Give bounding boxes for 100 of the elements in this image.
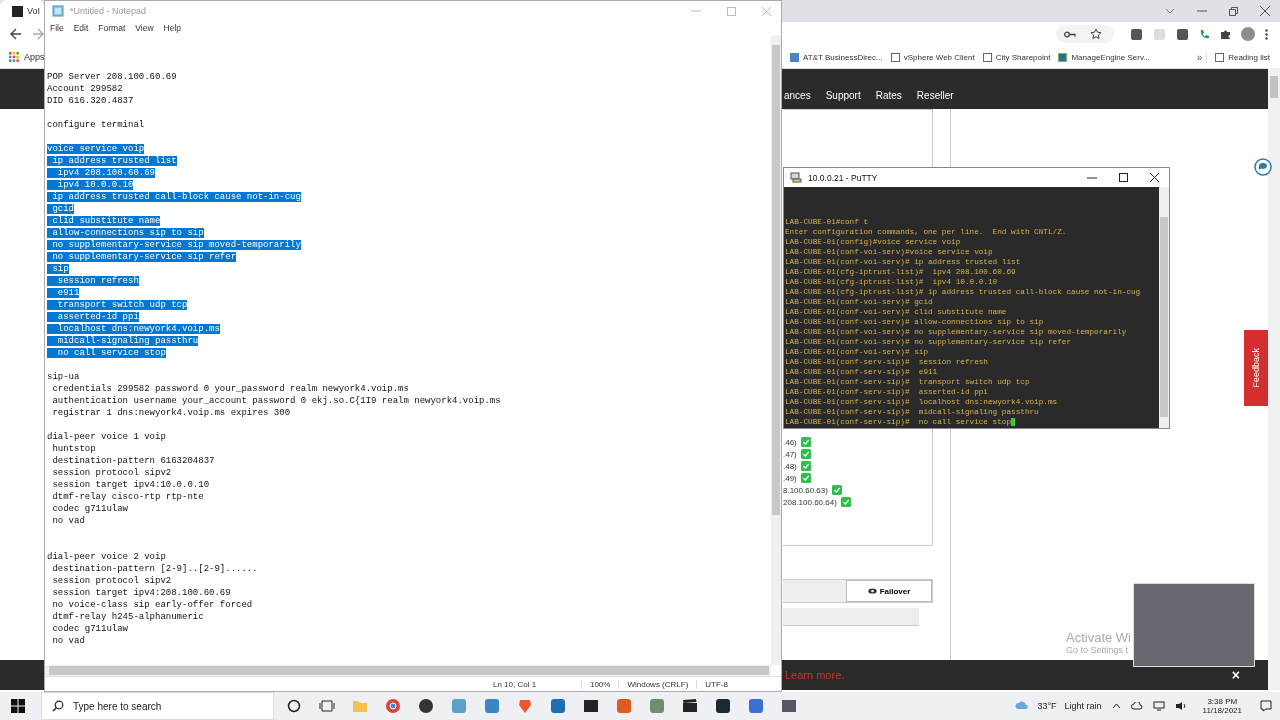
code-line: dial-peer voice 2 voip — [47, 552, 166, 562]
code-line: sip-ua — [47, 372, 80, 382]
bookmark-link[interactable]: ManageEngine Serv... — [1058, 52, 1150, 62]
restore-icon[interactable] — [1229, 6, 1238, 16]
close-button[interactable]: × — [1227, 667, 1244, 683]
scrollbar[interactable] — [771, 35, 781, 665]
nav-link[interactable]: Reseller — [916, 90, 954, 101]
feedback-tab[interactable]: Feedback — [1244, 330, 1268, 406]
temperature[interactable]: 33°F — [1037, 701, 1057, 711]
puzzle-icon[interactable] — [1220, 28, 1231, 40]
bookmark-link[interactable]: City Sharepoint — [982, 52, 1051, 62]
nav-link[interactable]: Support — [825, 90, 861, 101]
code-line: credentials 299582 password 0 your_password realm newyork4.voip.ms — [51, 384, 409, 394]
encoding: UTF-8 — [696, 679, 736, 689]
forward-icon[interactable] — [32, 28, 44, 40]
extension-icon[interactable] — [1177, 28, 1188, 40]
notification-icon[interactable] — [1260, 700, 1272, 712]
menu-item[interactable]: File — [50, 23, 64, 33]
code-line: huntstop — [51, 444, 96, 454]
extension-icon[interactable] — [1131, 28, 1142, 40]
maximize-icon[interactable] — [1119, 173, 1128, 182]
activation-hint: Go to Settings t — [1066, 645, 1130, 655]
address-bar[interactable] — [1056, 25, 1114, 43]
server-address: .46) — [783, 437, 797, 447]
circle-icon[interactable] — [286, 698, 302, 714]
menu-item[interactable]: Edit — [73, 23, 89, 33]
cloud-icon[interactable] — [1130, 702, 1143, 710]
failover-button[interactable]: Failover — [846, 580, 932, 602]
chevron-up-icon[interactable] — [1111, 703, 1121, 709]
star-icon[interactable] — [1090, 28, 1102, 40]
minimize-icon[interactable] — [1087, 176, 1097, 179]
back-icon[interactable] — [10, 28, 22, 40]
reading-list-button[interactable]: Reading list — [1215, 52, 1270, 62]
chat-icon[interactable] — [1254, 158, 1272, 176]
clapper-icon[interactable] — [682, 698, 698, 714]
weather-condition[interactable]: Light rain — [1064, 701, 1102, 711]
bookmark-link[interactable]: vSphere Web Client — [890, 52, 975, 62]
server-address: .49) — [783, 473, 797, 483]
code-line: dtmf-relay h245-alphanumeric — [51, 612, 204, 622]
nav-link[interactable]: ances — [784, 90, 811, 101]
computer-icon — [790, 172, 802, 183]
scrollbar[interactable] — [45, 665, 771, 676]
code-line: session protocol sipv2 — [51, 576, 172, 586]
phone-icon[interactable] — [1199, 28, 1210, 40]
server-address: .47) — [783, 449, 797, 459]
code-line: destination-pattern 6163204837 — [51, 456, 215, 466]
scrollbar[interactable] — [1159, 187, 1169, 428]
notepad-icon — [52, 5, 64, 17]
avatar-icon[interactable] — [1241, 27, 1255, 41]
search-icon — [52, 700, 64, 712]
browser-icon[interactable] — [385, 698, 401, 714]
code-line: session target ipv4:10.0.0.10 — [51, 480, 210, 490]
speaker-icon[interactable] — [1174, 701, 1187, 711]
caret-icon[interactable] — [1165, 8, 1175, 14]
code-line: codec g711ulaw — [51, 504, 128, 514]
more-bookmarks-button[interactable]: » — [1192, 51, 1208, 63]
code-line: codec g711ulaw — [51, 624, 128, 634]
code-line: session target ipv4:208.100.60.69 — [51, 588, 231, 598]
code-line: dial-peer voice 1 voip — [47, 432, 166, 442]
cursor-position: Ln 10, Col 1 — [491, 679, 538, 689]
record-icon[interactable] — [418, 698, 434, 714]
nav-link[interactable]: Rates — [875, 90, 902, 101]
server-address: 8.100.60.63) — [783, 485, 828, 495]
code-line: POP Server 208.100.60.69 — [47, 72, 177, 82]
menu-item[interactable]: View — [135, 23, 154, 33]
code-line: dtmf-relay cisco-rtp rtp-nte — [51, 492, 204, 502]
scrollbar[interactable] — [1268, 68, 1280, 690]
code-line: configure terminal — [47, 120, 145, 130]
code-line: Account 299582 — [47, 84, 123, 94]
clock[interactable]: 3:38 PM 11/18/2021 — [1202, 697, 1242, 715]
search-field[interactable]: Type here to search — [41, 692, 274, 720]
server-address: 208.100.60.64) — [783, 497, 837, 507]
menu-item[interactable]: Format — [98, 23, 126, 33]
window-title: 10.0.0.21 - PuTTY — [808, 172, 878, 183]
menu-item[interactable]: Help — [163, 23, 182, 33]
menu-icon[interactable] — [1265, 28, 1268, 40]
site-icon — [12, 5, 23, 17]
grid-icon — [9, 52, 19, 62]
app-icon[interactable] — [715, 698, 731, 714]
code-line: destination-pattern [2-9]..[2-9]...... — [51, 564, 258, 574]
code-line: authentication username your_account password 0 ekj.so.C{1I9 realm newyork4.voip.ms — [51, 396, 501, 406]
browser-tab[interactable]: VoI — [0, 0, 44, 22]
close-icon[interactable] — [1150, 173, 1159, 182]
code-line: DID 616.320.4837 — [47, 96, 134, 106]
code-line: no vad — [51, 636, 85, 646]
network-icon[interactable] — [1152, 701, 1165, 711]
apps-bookmark[interactable]: Apps — [9, 52, 45, 62]
windows-icon[interactable] — [11, 699, 25, 713]
zoom-level: 100% — [580, 679, 619, 689]
code-line: no voice-class sip early-offer forced — [51, 600, 253, 610]
code-line: session protocol sipv2 — [51, 468, 172, 478]
window-title: *Untitled - Notepad — [70, 6, 147, 16]
server-address: .48) — [783, 461, 797, 471]
code-line: no vad — [51, 516, 85, 526]
bookmark-link[interactable]: AT&T BusinessDirec... — [790, 52, 883, 62]
activation-title: Activate Wi — [1066, 630, 1131, 645]
line-ending: Windows (CRLF) — [618, 679, 697, 689]
task-view-icon[interactable] — [319, 698, 335, 714]
key-icon[interactable] — [1064, 30, 1076, 38]
code-line: registrar 1 dns:newyork4.voip.ms expires 300 — [51, 408, 291, 418]
